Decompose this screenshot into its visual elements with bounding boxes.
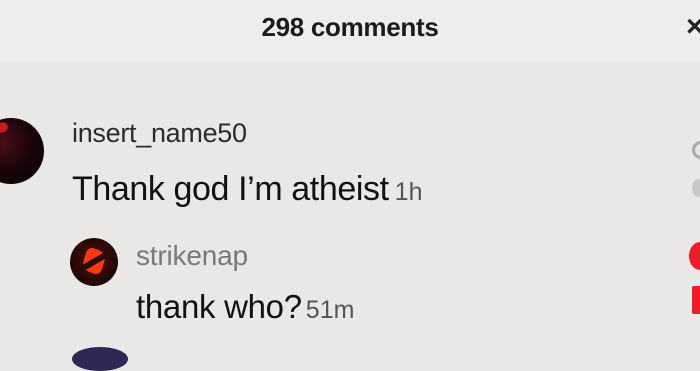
like-count-indicator [692, 286, 700, 314]
reply-text: thank who? 51m [136, 288, 354, 326]
reply-item: strikenap thank who? 51m [66, 230, 656, 330]
comment-count-title: 298 comments [261, 12, 439, 42]
reply-body: thank who? [136, 288, 302, 325]
heart-icon[interactable] [692, 141, 700, 159]
avatar[interactable] [72, 347, 128, 371]
comments-header: 298 comments × [0, 0, 700, 62]
heart-icon[interactable] [689, 242, 700, 270]
avatar[interactable] [0, 118, 44, 184]
like-count-indicator [692, 179, 700, 197]
reply-username[interactable]: strikenap [136, 240, 248, 272]
comment-username[interactable]: insert_name50 [72, 118, 247, 149]
comment-timestamp: 1h [394, 178, 423, 206]
avatar[interactable] [70, 238, 118, 286]
comment-text: Thank god I’m atheist 1h [72, 170, 422, 209]
reply-timestamp: 51m [305, 296, 355, 324]
comment-item: insert_name50 Thank god I’m atheist 1h [0, 108, 660, 208]
comment-body: Thank god I’m atheist [72, 170, 389, 208]
close-icon[interactable]: × [686, 10, 700, 44]
